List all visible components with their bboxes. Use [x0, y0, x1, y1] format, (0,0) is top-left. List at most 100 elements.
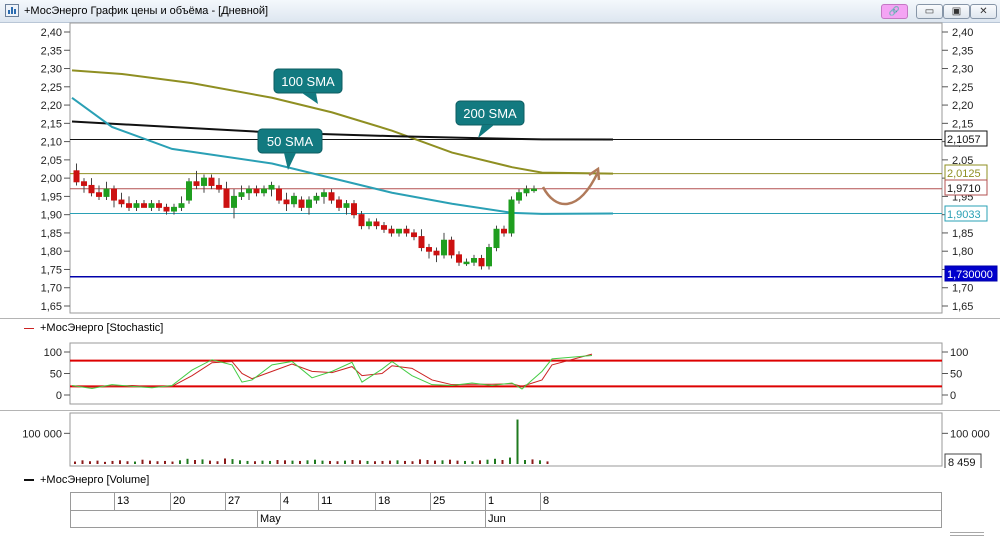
candle	[276, 185, 282, 204]
stochastic-swatch-icon	[24, 327, 34, 329]
volume-bar	[224, 458, 226, 464]
volume-bar	[329, 460, 331, 464]
y-tick-label-left: 2,00	[41, 173, 62, 185]
y-tick-label-right: 50	[950, 369, 962, 381]
y-tick-label-left: 1,70	[41, 283, 62, 295]
candle-body	[471, 258, 477, 263]
candle-body	[448, 239, 455, 256]
volume-bar	[81, 460, 84, 464]
candle-body	[388, 228, 395, 234]
volume-bar	[539, 460, 541, 464]
volume-bar	[284, 460, 286, 464]
y-tick-label-left: 2,15	[41, 118, 62, 130]
close-button[interactable]: ✕	[970, 4, 997, 19]
volume-bar	[179, 460, 181, 464]
candle-body	[321, 192, 327, 197]
volume-bar	[441, 460, 444, 464]
y-tick-label-right: 1,65	[952, 301, 973, 313]
candle-body	[478, 258, 485, 267]
time-tick-line	[430, 493, 431, 510]
candle-body	[283, 199, 290, 205]
price-tag-sma100: 2,0125	[944, 164, 988, 181]
candle-body	[133, 203, 140, 208]
y-tick-label-left: 2,05	[41, 155, 62, 167]
time-tick-line	[280, 493, 281, 510]
volume-bar	[486, 459, 489, 464]
candle-body	[118, 199, 125, 205]
volume-bar	[494, 458, 496, 464]
sma-200-line	[71, 120, 614, 141]
candle-body	[381, 225, 387, 230]
restore-icon: ▣	[951, 6, 962, 17]
time-month-label: May	[260, 513, 281, 525]
time-month-label: Jun	[488, 513, 506, 525]
price-tag-level: 1,730000	[944, 265, 998, 282]
volume-bar	[156, 461, 159, 464]
candle	[178, 196, 185, 212]
y-tick-label-left: 0	[56, 390, 62, 402]
stochastic-d-line	[71, 353, 593, 388]
svg-text:1,9710: 1,9710	[947, 183, 981, 195]
volume-bar	[111, 460, 114, 464]
y-tick-label-left: 1,65	[41, 301, 62, 313]
stochastic-legend: +МосЭнерго [Stochastic]	[24, 322, 163, 334]
candle	[283, 192, 290, 212]
time-tick-line	[485, 493, 486, 510]
candle	[366, 218, 372, 230]
candle-body	[501, 228, 507, 234]
candle-body	[463, 261, 470, 265]
candle-body	[373, 221, 380, 227]
volume-bar	[216, 461, 219, 464]
stochastic-chart[interactable]: 100 100 50 50 0 0	[0, 342, 1000, 406]
volume-bar	[366, 460, 369, 464]
volume-bar	[321, 460, 324, 464]
volume-bar	[531, 459, 534, 464]
close-icon: ✕	[979, 6, 988, 17]
time-month-tick	[257, 511, 258, 527]
volume-bar	[306, 460, 309, 464]
candle	[471, 254, 477, 266]
link-button[interactable]: 🔗	[881, 4, 908, 19]
candle	[508, 196, 515, 237]
candle-body	[313, 195, 320, 201]
candle-body	[403, 228, 410, 234]
restore-button[interactable]: ▣	[943, 4, 970, 19]
volume-bar	[194, 460, 196, 464]
candle-body	[411, 232, 417, 238]
candle-body	[231, 195, 237, 208]
candle	[516, 189, 522, 204]
price-chart[interactable]: 2,40 2,35 2,30 2,25 2,20 2,15 2,10 2,05 2,00 1,95…	[0, 22, 1000, 318]
y-tick-label-left: 2,10	[41, 137, 62, 149]
volume-bar	[164, 460, 166, 464]
resize-grip-icon[interactable]	[950, 532, 984, 536]
candle-body	[81, 181, 87, 186]
candle	[433, 247, 440, 263]
minimize-button[interactable]: ▭	[916, 4, 943, 19]
candle	[486, 243, 492, 270]
candle-body	[148, 203, 155, 208]
volume-bar	[96, 460, 99, 464]
price-levels	[70, 139, 942, 278]
volume-chart[interactable]: 100 000 100 000 8 459	[0, 412, 1000, 468]
candle-body	[186, 181, 192, 201]
candle-body	[433, 250, 440, 256]
candle	[268, 181, 275, 197]
candle-body	[268, 184, 275, 190]
svg-text:1,9033: 1,9033	[947, 209, 981, 221]
candle-body	[171, 206, 177, 212]
volume-bar	[501, 460, 504, 464]
y-tick-label-left: 2,35	[41, 45, 62, 57]
panel-separator	[0, 318, 1000, 319]
candle-body	[306, 199, 312, 208]
price-tag-sma50: 1,9033	[944, 205, 988, 222]
volume-bar	[239, 460, 241, 464]
candle	[246, 185, 252, 201]
candle-body	[358, 214, 365, 227]
candle-body	[163, 206, 170, 212]
volume-bar	[89, 461, 91, 464]
candle	[373, 218, 380, 230]
y-tick-label-left: 2,20	[41, 100, 62, 112]
candle	[531, 185, 537, 193]
time-day-label: 11	[321, 495, 333, 507]
y-tick-label-right: 1,70	[952, 283, 973, 295]
